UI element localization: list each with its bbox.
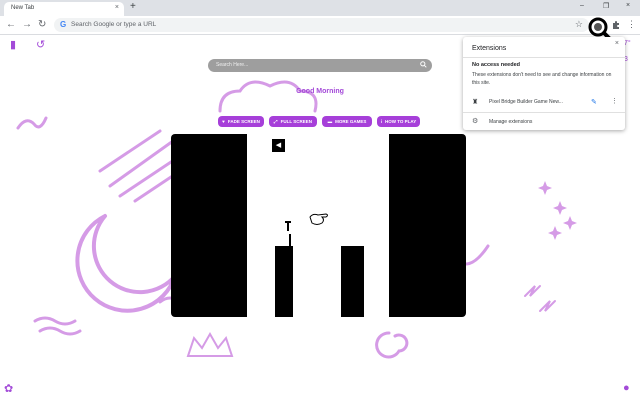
info-icon[interactable]: ● (623, 382, 630, 394)
game-stick (289, 234, 291, 246)
tab-strip: New Tab × + – ❐ × (0, 0, 640, 16)
google-icon: G (60, 20, 67, 29)
access-heading: No access needed (472, 62, 520, 68)
back-icon[interactable]: ← (6, 19, 16, 30)
manage-extensions-link[interactable]: ⚙ Manage extensions (463, 116, 625, 128)
expand-icon: ⤢ (273, 119, 278, 124)
pointer-hand-icon (309, 213, 328, 225)
chrome-menu-icon[interactable]: ⋮ (627, 19, 636, 30)
restore-icon[interactable]: ❐ (603, 2, 609, 10)
info-icon: i (380, 119, 382, 124)
gamepad-icon: ▬ (327, 119, 333, 124)
more-options-icon[interactable]: ⋮ (611, 97, 618, 105)
heart-icon: ♥ (222, 119, 225, 124)
extension-icon: ♜ (472, 99, 479, 106)
minimize-icon[interactable]: – (580, 2, 584, 9)
popup-close-icon[interactable]: × (615, 40, 619, 47)
popup-title: Extensions (472, 45, 507, 52)
full-screen-button[interactable]: ⤢ FULL SCREEN (269, 116, 317, 127)
tab-title: New Tab (11, 5, 35, 11)
play-button[interactable]: ◀ (272, 139, 285, 152)
omnibox[interactable]: G Search Google or type a URL ☆ (54, 18, 589, 32)
reload-icon[interactable]: ↻ (38, 19, 46, 30)
more-games-button[interactable]: ▬ MORE GAMES (322, 116, 372, 127)
extension-name: Pixel Bridge Builder Game New... (489, 99, 563, 105)
weather-temp: 7° (624, 40, 631, 47)
access-description: These extensions don't need to see and c… (472, 72, 612, 86)
game-canvas[interactable]: ◀ (171, 134, 466, 317)
how-to-play-button[interactable]: i HOW TO PLAY (377, 116, 420, 127)
search-input[interactable]: Search Here... (208, 59, 432, 72)
search-placeholder: Search Here... (216, 62, 249, 68)
new-tab-button[interactable]: + (130, 1, 136, 12)
forward-icon[interactable]: → (22, 19, 32, 30)
tab-new-tab[interactable]: New Tab × (4, 2, 124, 16)
bookmark-star-icon[interactable]: ☆ (575, 19, 583, 30)
tab-close-icon[interactable]: × (115, 4, 119, 11)
game-pillar-right (341, 246, 364, 317)
popup-divider (463, 112, 625, 113)
window-close-icon[interactable]: × (626, 2, 630, 9)
bookmark-icon[interactable]: ▮ (10, 38, 16, 51)
omnibox-placeholder: Search Google or type a URL (71, 21, 157, 28)
settings-icon[interactable]: ✿ (4, 382, 13, 395)
search-icon[interactable] (420, 61, 427, 68)
game-pillar-left (275, 246, 293, 317)
extensions-popup: Extensions × No access needed These exte… (463, 37, 625, 130)
popup-divider (463, 57, 625, 58)
browser-toolbar: ← → ↻ G Search Google or type a URL ☆ ⋮ (0, 16, 640, 35)
game-hero-icon (285, 221, 291, 231)
fade-screen-button[interactable]: ♥ FADE SCREEN (218, 116, 264, 127)
manage-extensions-label: Manage extensions (489, 119, 533, 125)
gear-icon: ⚙ (472, 118, 479, 125)
extension-item[interactable]: ♜ Pixel Bridge Builder Game New... ✎ ⋮ (463, 95, 625, 109)
history-icon[interactable]: ↺ (36, 38, 45, 51)
pin-icon[interactable]: ✎ (591, 98, 597, 106)
